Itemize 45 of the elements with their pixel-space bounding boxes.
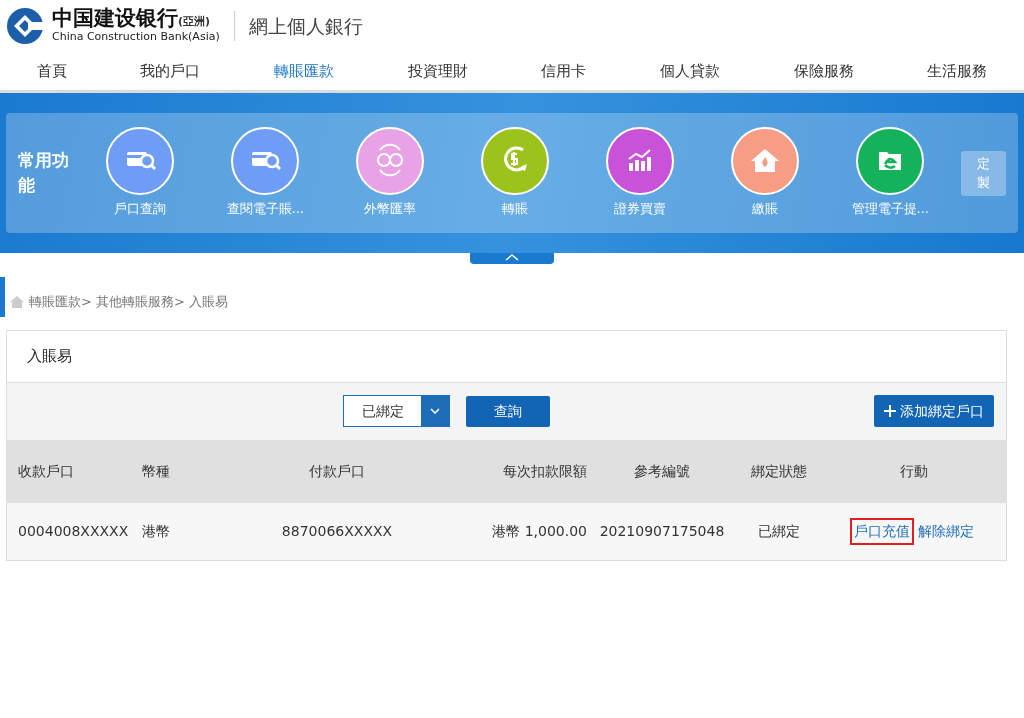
status-dropdown[interactable]: 已綁定	[343, 395, 450, 427]
column-header: 行動	[898, 461, 929, 481]
nav-tab[interactable]: 保險服務	[793, 59, 854, 83]
column-header: 參考編號	[633, 461, 691, 481]
table-cell-text: 0004008XXXXX	[17, 521, 130, 541]
breadcrumb-link[interactable]: 轉賬匯款>	[29, 292, 92, 312]
breadcrumb-link[interactable]: 其他轉賬服務>	[95, 292, 185, 312]
home-icon[interactable]	[9, 295, 25, 309]
action-link[interactable]: 戶口充值	[849, 517, 914, 545]
nav-tab[interactable]: 信用卡	[541, 59, 587, 83]
table-cell-text: 已綁定	[757, 521, 801, 541]
column-header: 綁定狀態	[750, 461, 808, 481]
query-button[interactable]: 查詢	[466, 395, 550, 427]
column-header: 每次扣款限額	[502, 461, 587, 481]
column-header: 付款戶口	[308, 461, 366, 481]
collapse-toggle[interactable]	[470, 253, 554, 264]
column-header: 幣種	[142, 461, 171, 481]
bank-name: 中国建设银行	[52, 6, 178, 31]
shortcut-label[interactable]: 戶口查詢	[114, 199, 167, 219]
table-cell-text: 港幣 1,000.00	[491, 521, 587, 541]
shortcut-label[interactable]: 查閱電子賬...	[226, 199, 304, 219]
table-cell-text: 港幣	[142, 521, 171, 541]
chevron-down-icon	[430, 408, 440, 414]
nav-tab[interactable]: 投資理財	[407, 59, 468, 83]
bank-region: (亞洲)	[178, 15, 211, 29]
site-title: 網上個人銀行	[248, 13, 363, 39]
add-account-button[interactable]: 添加綁定戶口	[874, 395, 994, 427]
shortcut-label[interactable]: 管理電子提...	[851, 199, 929, 219]
nav-tab[interactable]: 我的戶口	[140, 59, 201, 83]
panel-title: 入賬易	[7, 331, 1006, 383]
nav-tab[interactable]: 生活服務	[927, 59, 988, 83]
table-cell-text: 8870066XXXXX	[280, 521, 394, 541]
action-link[interactable]: 解除綁定	[913, 517, 978, 545]
plus-icon	[884, 405, 896, 417]
bank-logo-icon	[6, 7, 44, 45]
breadcrumb-link[interactable]: 入賬易	[188, 292, 228, 312]
panel-title: 常用功能	[18, 148, 70, 197]
table-cell-text: 20210907175048	[598, 521, 726, 541]
shortcut-label[interactable]: 繳賬	[752, 199, 779, 219]
chevron-up-icon	[505, 253, 519, 261]
nav-tab[interactable]: 個人貸款	[659, 59, 720, 83]
column-header: 收款戶口	[17, 461, 75, 481]
nav-tab[interactable]: 首頁	[36, 59, 67, 83]
bank-name-english: China Construction Bank(Asia)	[52, 31, 220, 44]
nav-tab[interactable]: 轉賬匯款	[274, 59, 335, 83]
